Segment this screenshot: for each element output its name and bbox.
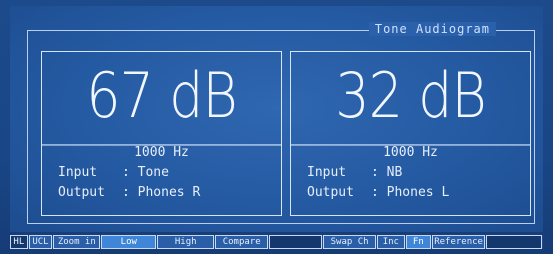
channel-right-panel[interactable]: 32 dB 1000 Hz Input: NB Output: Phones L (290, 51, 531, 216)
empty-function-key[interactable] (486, 235, 542, 249)
channel-left-level: 67 dB (42, 45, 281, 146)
high-button[interactable]: High (157, 235, 215, 249)
input-value: : Tone (122, 165, 169, 180)
input-value: : NB (371, 165, 403, 180)
input-label: Input (58, 165, 98, 180)
zoom-in-button[interactable]: Zoom in (53, 235, 101, 249)
compare-button[interactable]: Compare (215, 235, 269, 249)
output-value: : Phones L (371, 185, 450, 200)
empty-function-key[interactable] (269, 235, 323, 249)
hl-button[interactable]: HL (10, 235, 28, 249)
channel-right-level: 32 dB (291, 45, 530, 146)
output-value: : Phones R (122, 185, 201, 200)
channel-left-input-row: Input : Tone (58, 165, 169, 180)
fn-button[interactable]: Fn (405, 235, 432, 249)
channel-left-panel[interactable]: 67 dB 1000 Hz Input: Tone Output: Phones… (41, 51, 282, 216)
inc-button[interactable]: Inc (377, 235, 405, 249)
channel-right-output-row: Output : Phones L (307, 185, 449, 200)
audiogram-frame: Tone Audiogram 67 dB 1000 Hz Input : Tone… (27, 22, 535, 224)
low-button[interactable]: Low (101, 235, 157, 249)
input-label: Input (307, 165, 347, 180)
channel-left-output-row: Output : Phones R (58, 185, 200, 200)
channel-right-input-row: Input : NB (307, 165, 402, 180)
screen-title: Tone Audiogram (368, 22, 496, 36)
output-label: Output (307, 185, 354, 200)
function-key-bar: HL UCL Zoom in Low High Compare Swap Ch … (10, 235, 543, 249)
channel-right-frequency: 1000 Hz (383, 145, 438, 160)
reference-button[interactable]: Reference (432, 235, 486, 249)
swap-channel-button[interactable]: Swap Ch (323, 235, 377, 249)
output-label: Output (58, 185, 105, 200)
channel-left-frequency: 1000 Hz (134, 145, 189, 160)
ucl-button[interactable]: UCL (28, 235, 53, 249)
